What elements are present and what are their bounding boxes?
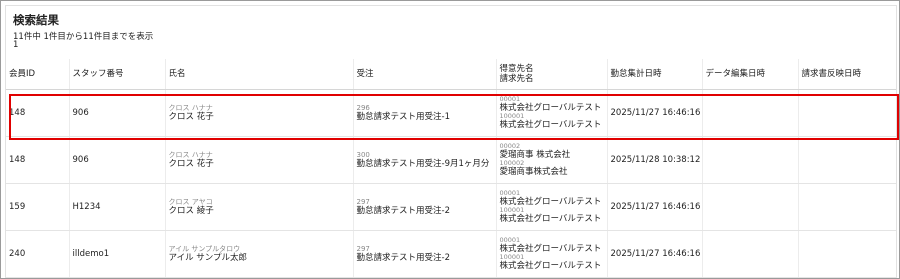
column-header-client-billing[interactable]: 得意先名 請求先名: [495, 59, 607, 90]
billing-code: 100001: [499, 112, 525, 120]
cell-client-billing: 00002 愛瑠商事 株式会社 100002 愛瑠商事株式会社: [495, 136, 607, 184]
cell-order: 300 勤怠請求テスト用受注-9月1ヶ月分: [352, 136, 496, 184]
billing-name: 株式会社グローバルテスト: [499, 214, 602, 224]
cell-edited-at: [701, 230, 798, 278]
billing-code: 100002: [499, 159, 525, 167]
column-header-name[interactable]: 氏名: [164, 59, 353, 90]
column-header-attendance-at[interactable]: 勤怠集計日時: [606, 59, 702, 90]
name-kanji: クロス 花子: [168, 159, 214, 169]
cell-client-billing: 00001 株式会社グローバルテスト 100001 株式会社グローバルテスト: [495, 230, 607, 278]
billing-code: 100001: [499, 206, 525, 214]
cell-edited-at: [701, 136, 798, 184]
cell-staff-no: illdemo1: [68, 230, 165, 278]
name-kanji: クロス 花子: [168, 112, 214, 122]
name-kanji: アイル サンプル太郎: [168, 253, 248, 263]
cell-member-id: 159: [6, 183, 69, 231]
page-number-link[interactable]: 1: [13, 40, 18, 50]
cell-order: 296 勤怠請求テスト用受注-1: [352, 89, 496, 137]
name-kanji: クロス 綾子: [168, 206, 214, 216]
column-header-edited-at[interactable]: データ編集日時: [701, 59, 798, 90]
client-code: 00001: [499, 95, 521, 103]
billing-code: 100001: [499, 253, 525, 261]
column-header-billing: 請求先名: [499, 74, 534, 84]
cell-name: クロス ハナナ クロス 花子: [164, 136, 353, 184]
cell-edited-at: [701, 183, 798, 231]
table-row[interactable]: 159 H1234 クロス アヤコ クロス 綾子 297 勤怠請求テスト用受注-…: [6, 183, 896, 231]
order-number: 300: [356, 151, 370, 159]
cell-staff-no: H1234: [68, 183, 165, 231]
result-count-text: 11件中 1件目から11件目までを表示: [13, 32, 154, 42]
name-kana: クロス ハナナ: [168, 151, 213, 159]
order-number: 297: [356, 198, 370, 206]
order-number: 296: [356, 104, 370, 112]
cell-member-id: 148: [6, 89, 69, 137]
order-name: 勤怠請求テスト用受注-2: [356, 253, 450, 263]
column-header-staff-no[interactable]: スタッフ番号: [68, 59, 165, 90]
name-kana: クロス アヤコ: [168, 198, 213, 206]
column-header-invoice-at[interactable]: 請求書反映日時: [797, 59, 896, 90]
cell-invoice-at: [797, 89, 896, 137]
table-row[interactable]: 148 906 クロス ハナナ クロス 花子 300 勤怠請求テスト用受注-9月…: [6, 136, 896, 184]
cell-attendance-at: 2025/11/27 16:46:16: [606, 183, 702, 231]
cell-invoice-at: [797, 230, 896, 278]
cell-attendance-at: 2025/11/28 10:38:12: [606, 136, 702, 184]
cell-order: 297 勤怠請求テスト用受注-2: [352, 230, 496, 278]
cell-attendance-at: 2025/11/27 16:46:16: [606, 89, 702, 137]
name-kana: アイル サンプルタロウ: [168, 245, 241, 253]
billing-name: 株式会社グローバルテスト: [499, 120, 602, 130]
results-table: 会員ID スタッフ番号 氏名 受注 得意先名 請求先名 勤怠集計日時 データ編集…: [6, 59, 896, 278]
cell-staff-no: 906: [68, 136, 165, 184]
cell-invoice-at: [797, 183, 896, 231]
cell-member-id: 148: [6, 136, 69, 184]
cell-client-billing: 00001 株式会社グローバルテスト 100001 株式会社グローバルテスト: [495, 89, 607, 137]
cell-attendance-at: 2025/11/27 16:46:16: [606, 230, 702, 278]
billing-name: 株式会社グローバルテスト: [499, 261, 602, 271]
client-code: 00001: [499, 189, 521, 197]
table-row[interactable]: 148 906 クロス ハナナ クロス 花子 296 勤怠請求テスト用受注-1 …: [6, 89, 896, 137]
client-code: 00001: [499, 236, 521, 244]
order-name: 勤怠請求テスト用受注-2: [356, 206, 450, 216]
client-code: 00002: [499, 142, 521, 150]
results-container: 検索結果 11件中 1件目から11件目までを表示 1 会員ID スタッフ番号 氏…: [5, 5, 899, 278]
order-name: 勤怠請求テスト用受注-1: [356, 112, 450, 122]
cell-name: クロス アヤコ クロス 綾子: [164, 183, 353, 231]
cell-name: クロス ハナナ クロス 花子: [164, 89, 353, 137]
cell-member-id: 240: [6, 230, 69, 278]
search-results-panel: 検索結果 11件中 1件目から11件目までを表示 1 会員ID スタッフ番号 氏…: [0, 0, 900, 279]
cell-edited-at: [701, 89, 798, 137]
table-header-row: 会員ID スタッフ番号 氏名 受注 得意先名 請求先名 勤怠集計日時 データ編集…: [6, 59, 896, 90]
column-header-client: 得意先名: [499, 64, 534, 74]
page-title: 検索結果: [13, 13, 59, 27]
table-row[interactable]: 240 illdemo1 アイル サンプルタロウ アイル サンプル太郎 297 …: [6, 230, 896, 278]
order-number: 297: [356, 245, 370, 253]
billing-name: 愛瑠商事株式会社: [499, 167, 568, 177]
cell-staff-no: 906: [68, 89, 165, 137]
column-header-order[interactable]: 受注: [352, 59, 496, 90]
order-name: 勤怠請求テスト用受注-9月1ヶ月分: [356, 159, 490, 169]
cell-invoice-at: [797, 136, 896, 184]
column-header-member-id[interactable]: 会員ID: [6, 59, 69, 90]
name-kana: クロス ハナナ: [168, 104, 213, 112]
cell-order: 297 勤怠請求テスト用受注-2: [352, 183, 496, 231]
cell-name: アイル サンプルタロウ アイル サンプル太郎: [164, 230, 353, 278]
cell-client-billing: 00001 株式会社グローバルテスト 100001 株式会社グローバルテスト: [495, 183, 607, 231]
